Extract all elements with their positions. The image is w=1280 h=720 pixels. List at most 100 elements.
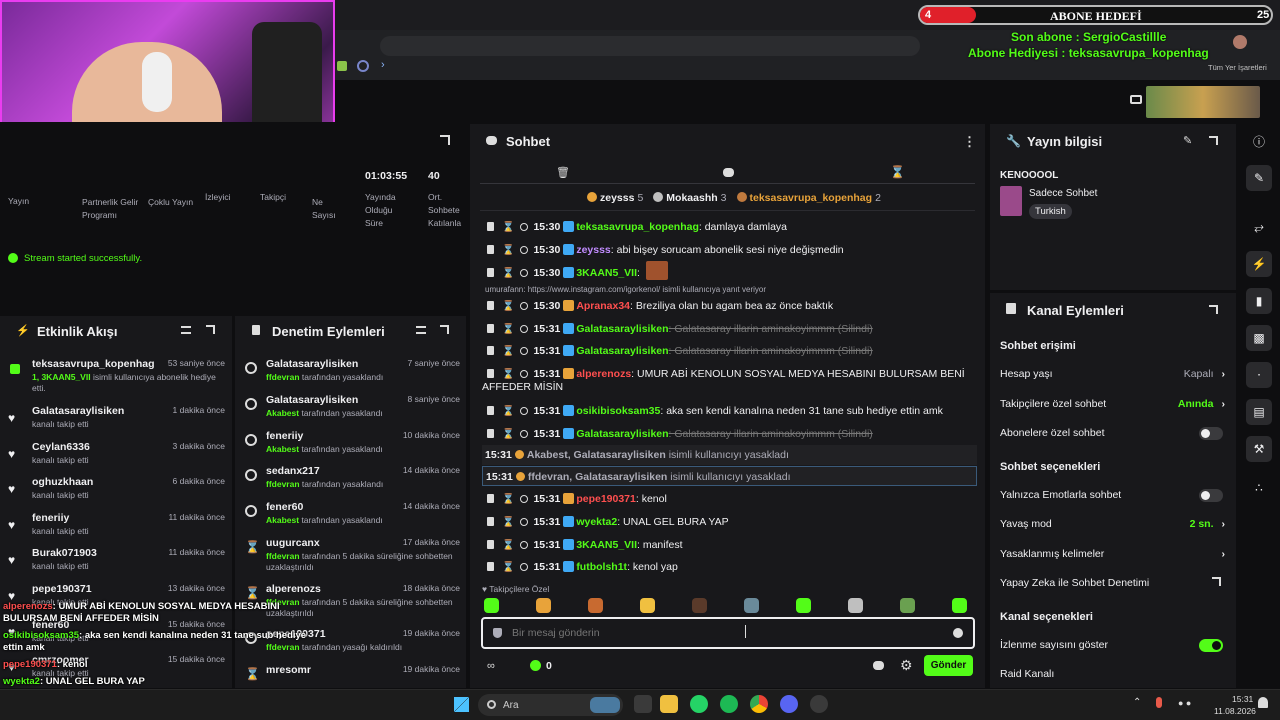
channel-setting-row[interactable]: Abonelere özel sohbet [1000, 427, 1225, 441]
moderation-item[interactable]: Galatasaraylisiken 8 saniye önce Akabest t… [245, 394, 460, 419]
moderation-item[interactable]: feneriiy 10 dakika önce Akabest tarafından… [245, 430, 460, 455]
channel-setting-row[interactable]: Yapay Zeka ile Sohbet Denetimi [1000, 577, 1225, 591]
ban-user-icon[interactable] [520, 407, 529, 415]
timeout-icon[interactable]: ⌛ [502, 300, 514, 313]
message-user[interactable]: futbolsh1t [576, 561, 627, 573]
channel-setting-row[interactable]: Raid Kanalı [1000, 668, 1225, 682]
setting-control[interactable] [1199, 489, 1225, 505]
timeout-icon[interactable]: ⌛ [502, 516, 514, 529]
emote-button[interactable] [640, 598, 655, 613]
activity-filter-icon[interactable] [181, 326, 191, 334]
crop-icon[interactable]: ⥂ [1246, 214, 1272, 240]
setting-control[interactable] [1199, 639, 1225, 655]
activity-item[interactable]: ♥ Burak071903 11 dakika önce kanalı takip e… [8, 547, 225, 572]
channel-setting-row[interactable]: Yasaklanmış kelimeler › [1000, 548, 1225, 562]
ban-user-icon[interactable] [520, 246, 529, 254]
emote-button[interactable] [536, 598, 551, 613]
message-user[interactable]: 3KAAN5_VII [576, 539, 637, 551]
chat-gifts-icon[interactable]: ∞ [487, 660, 495, 672]
clock-date[interactable]: 11.08.2026 [1214, 706, 1256, 716]
chat-users-icon[interactable] [873, 661, 884, 670]
message-user[interactable]: pepe190371 [576, 493, 636, 505]
activity-item[interactable]: ♥ Galatasaraylisiken 1 dakika önce kanalı t… [8, 405, 225, 430]
delete-message-icon[interactable] [487, 369, 494, 378]
message-user[interactable]: Apranax34 [576, 300, 630, 312]
timeout-icon[interactable]: ⌛ [502, 405, 514, 418]
timeout-icon[interactable]: ⌛ [502, 368, 514, 381]
emote-button[interactable] [796, 598, 811, 613]
emote-button[interactable] [588, 598, 603, 613]
message-user[interactable]: teksasavrupa_kopenhag [576, 221, 699, 233]
task-view-icon[interactable] [634, 695, 652, 713]
message-user[interactable]: Galatasaraylisiken [576, 428, 668, 440]
whatsapp-icon[interactable] [690, 695, 708, 713]
pip-icon[interactable] [1130, 95, 1142, 104]
setting-control[interactable] [1212, 577, 1225, 589]
channel-setting-row[interactable]: Hesap yaşı Kapalı › [1000, 368, 1225, 382]
timeout-icon[interactable]: ⌛ [502, 267, 514, 280]
bookmarks-folder-label[interactable]: Tüm Yer İşaretleri [1208, 63, 1267, 72]
moderation-filter-icon[interactable] [416, 326, 426, 334]
delete-message-icon[interactable] [487, 324, 494, 333]
setting-control[interactable]: › [1214, 548, 1226, 560]
ban-user-icon[interactable] [520, 347, 529, 355]
delete-message-icon[interactable] [487, 429, 494, 438]
ban-user-icon[interactable] [520, 541, 529, 549]
send-button[interactable]: Gönder [924, 655, 973, 676]
edit-icon[interactable]: ✎ [1183, 134, 1192, 147]
group-icon[interactable]: ∴ [1246, 475, 1272, 501]
emote-button[interactable] [484, 598, 499, 613]
timeout-icon[interactable]: ⌛ [502, 244, 514, 257]
chat-message[interactable]: ⌛ 15:30 zeysss: abi bişey sorucam abonelik… [482, 244, 977, 257]
stats-expand-icon[interactable] [440, 135, 450, 145]
ban-user-icon[interactable] [520, 370, 529, 378]
message-user[interactable]: Galatasaraylisiken [576, 323, 668, 335]
delete-message-icon[interactable] [487, 562, 494, 571]
emote-button[interactable] [900, 598, 915, 613]
timeout-icon[interactable]: ⌛ [502, 345, 514, 358]
setting-control[interactable]: 2 sn. › [1190, 518, 1225, 530]
chat-message[interactable]: ⌛ 15:31 Galatasaraylisiken: Galatasaray il… [482, 323, 977, 336]
delete-message-icon[interactable] [487, 245, 494, 254]
toggle-switch[interactable] [1199, 639, 1223, 652]
emote-button[interactable] [952, 598, 967, 613]
chat-message[interactable]: ⌛ 15:31 wyekta2: UNAL GEL BURA YAP [482, 516, 977, 529]
emote-button[interactable] [848, 598, 863, 613]
timeout-icon[interactable]: ⌛ [502, 323, 514, 336]
chat-message[interactable]: ⌛ 15:31 osikibisoksam35: aka sen kendi kan… [482, 405, 977, 418]
ban-user-icon[interactable] [520, 302, 529, 310]
message-user[interactable]: 3KAAN5_VII [576, 267, 637, 279]
pencil-icon[interactable]: ✎ [1246, 165, 1272, 191]
chat-icon[interactable]: ▩ [1246, 325, 1272, 351]
message-user[interactable]: osikibisoksam35 [576, 405, 660, 417]
chat-input[interactable] [512, 624, 932, 642]
delete-message-icon[interactable] [487, 346, 494, 355]
file-explorer-icon[interactable] [660, 695, 678, 713]
chat-message[interactable]: ⌛ 15:31 alperenozs: UMUR ABİ KENOLUN SOSYA… [482, 368, 977, 394]
tray-chevron-icon[interactable]: ⌃ [1133, 697, 1141, 708]
ban-user-icon[interactable] [520, 563, 529, 571]
timeout-icon[interactable]: ⌛ [502, 221, 514, 234]
ban-user-icon[interactable] [520, 223, 529, 231]
ban-user-icon[interactable] [520, 430, 529, 438]
channel-setting-row[interactable]: İzlenme sayısını göster [1000, 639, 1225, 653]
channel-setting-row[interactable]: Takipçilere özel sohbet Anında › [1000, 398, 1225, 412]
chat-message[interactable]: ⌛ 15:30 Apranax34: Breziliya olan bu agam … [482, 300, 977, 313]
tool-icon[interactable]: ⚒ [1246, 436, 1272, 462]
delete-message-icon[interactable] [487, 301, 494, 310]
timeout-icon[interactable]: ⌛ [502, 561, 514, 574]
start-icon[interactable] [454, 697, 469, 712]
chrome-icon[interactable] [750, 695, 768, 713]
app-icon[interactable] [810, 695, 828, 713]
points-icon[interactable] [530, 660, 541, 671]
emoji-picker-icon[interactable] [953, 628, 963, 638]
chat-tab-bubble-icon[interactable] [723, 168, 734, 177]
message-user[interactable]: Galatasaraylisiken [576, 345, 668, 357]
message-user[interactable]: wyekta2 [576, 516, 617, 528]
message-user[interactable]: zeysss [576, 244, 610, 256]
moderation-item[interactable]: fener60 14 dakika önce Akabest tarafından … [245, 501, 460, 526]
bookmark-green-icon[interactable] [337, 61, 347, 71]
activity-item[interactable]: ♥ feneriiy 11 dakika önce kanalı takip etti [8, 512, 225, 537]
chat-menu-icon[interactable]: ⋮ [963, 134, 976, 150]
top-gifter[interactable]: teksasavrupa_kopenhag 2 [736, 192, 881, 204]
